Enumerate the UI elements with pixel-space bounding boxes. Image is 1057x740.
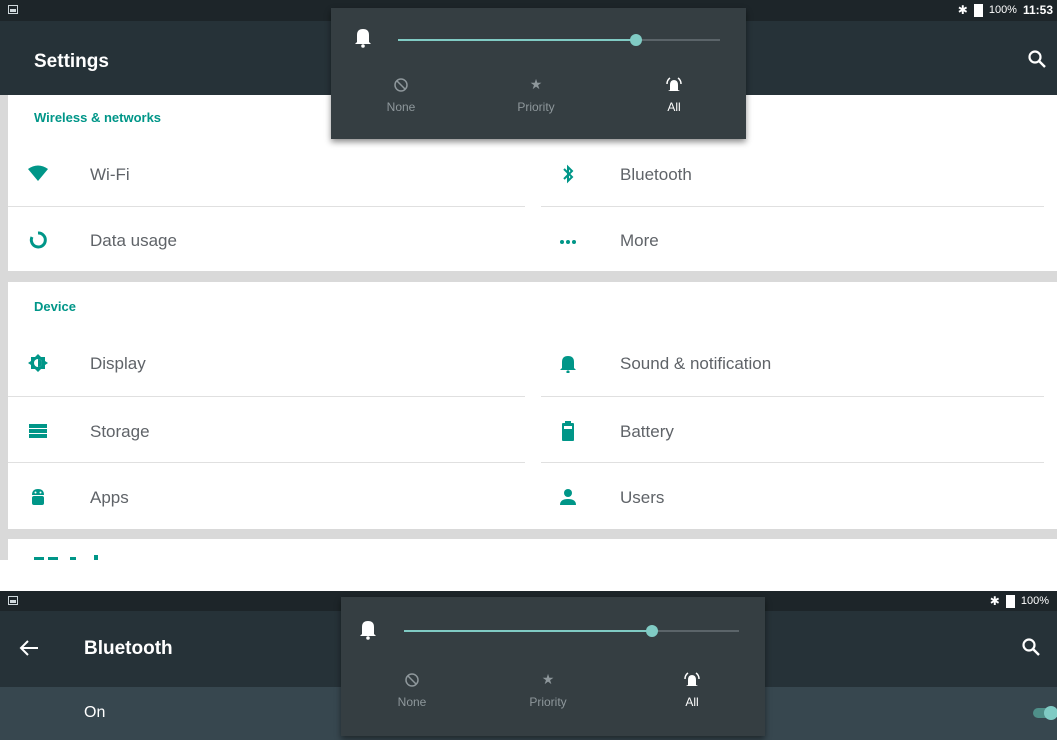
bell-all-icon [684, 672, 700, 686]
volume-slider[interactable] [398, 34, 720, 46]
settings-item-wifi[interactable]: Wi-Fi [8, 141, 508, 207]
page-title: Settings [34, 51, 109, 72]
settings-item-more[interactable]: More [538, 207, 1038, 273]
bluetooth-icon [563, 164, 574, 184]
volume-slider[interactable] [404, 625, 739, 637]
display-icon [28, 354, 48, 372]
battery-status-icon [973, 3, 983, 17]
settings-item-label: Display [90, 354, 146, 373]
status-right: ✱ 100% 11:53 [958, 3, 1053, 17]
mode-label: Priority [517, 100, 555, 114]
category-header: Wireless & networks [34, 110, 162, 125]
mode-priority[interactable]: ★ Priority [508, 671, 588, 709]
status-right: ✱ 100% [990, 594, 1057, 608]
volume-slider-thumb[interactable] [630, 34, 643, 46]
volume-slider-thumb[interactable] [645, 625, 658, 637]
notification-image-icon [8, 5, 18, 14]
android-icon [32, 489, 44, 505]
battery-status-icon [1005, 594, 1015, 608]
volume-panel: None ★ Priority All [341, 597, 765, 736]
storage-icon [29, 424, 47, 438]
divider [541, 462, 1044, 463]
settings-item-battery[interactable]: Battery [538, 398, 1038, 464]
more-icon [560, 240, 576, 244]
device-card: Device Display Sound & notification Stor… [8, 282, 1057, 529]
clock: 11:53 [1022, 3, 1053, 17]
settings-item-label: Storage [90, 422, 150, 441]
mode-none[interactable]: None [361, 76, 441, 114]
mode-label: None [397, 695, 427, 709]
mode-priority[interactable]: ★ Priority [496, 76, 576, 114]
category-header: Device [34, 299, 76, 314]
bluetooth-toggle[interactable] [1033, 705, 1057, 721]
settings-item-label: Battery [620, 422, 674, 441]
bluetooth-status-icon: ✱ [957, 3, 968, 17]
divider [8, 396, 525, 397]
settings-item-label: Sound & notification [620, 354, 772, 373]
divider [541, 396, 1044, 397]
wifi-icon [28, 165, 48, 181]
bell-icon [360, 621, 376, 640]
divider [8, 462, 525, 463]
mode-none[interactable]: None [372, 671, 452, 709]
bell-all-icon [666, 77, 682, 91]
settings-item-label: Data usage [90, 231, 177, 250]
page-title: Bluetooth [84, 638, 173, 659]
star-icon: ★ [529, 76, 543, 92]
mode-label: None [386, 100, 416, 114]
switch-label: On [84, 704, 106, 721]
settings-item-label: More [620, 231, 659, 250]
notification-image-icon [8, 596, 18, 605]
search-icon[interactable] [1021, 637, 1041, 657]
settings-item-display[interactable]: Display [8, 330, 508, 396]
settings-item-sound[interactable]: Sound & notification [538, 330, 1038, 396]
battery-percent: 100% [1020, 595, 1049, 607]
bluetooth-status-icon: ✱ [989, 594, 1000, 608]
none-icon [405, 673, 419, 687]
volume-slider-fill [398, 39, 637, 41]
star-icon: ★ [541, 671, 555, 687]
settings-item-data-usage[interactable]: Data usage [8, 207, 508, 273]
mode-label: All [667, 100, 681, 114]
mode-label: Priority [529, 695, 567, 709]
person-icon [560, 489, 576, 505]
next-card-peek [8, 539, 1057, 560]
settings-item-label: Users [620, 488, 665, 507]
volume-panel: None ★ Priority All [331, 8, 746, 139]
data-usage-icon [29, 231, 47, 249]
bell-icon [560, 356, 576, 373]
settings-item-bluetooth[interactable]: Bluetooth [538, 141, 1038, 207]
settings-item-apps[interactable]: Apps [8, 464, 508, 530]
settings-item-storage[interactable]: Storage [8, 398, 508, 464]
none-icon [394, 78, 408, 92]
battery-icon [562, 421, 574, 441]
settings-item-label: Apps [90, 488, 129, 507]
mode-all[interactable]: All [652, 671, 732, 709]
settings-screenshot: ✱ 100% 11:53 Settings Wireless & network… [0, 0, 1057, 560]
volume-slider-fill [404, 630, 652, 632]
settings-item-users[interactable]: Users [538, 464, 1038, 530]
battery-percent: 100% [988, 4, 1017, 16]
back-arrow-icon[interactable] [18, 637, 40, 659]
mode-all[interactable]: All [634, 76, 714, 114]
settings-item-label: Wi-Fi [90, 165, 130, 184]
bell-icon [355, 29, 371, 48]
mode-label: All [685, 695, 699, 709]
search-icon[interactable] [1027, 49, 1047, 69]
settings-item-label: Bluetooth [620, 165, 692, 184]
